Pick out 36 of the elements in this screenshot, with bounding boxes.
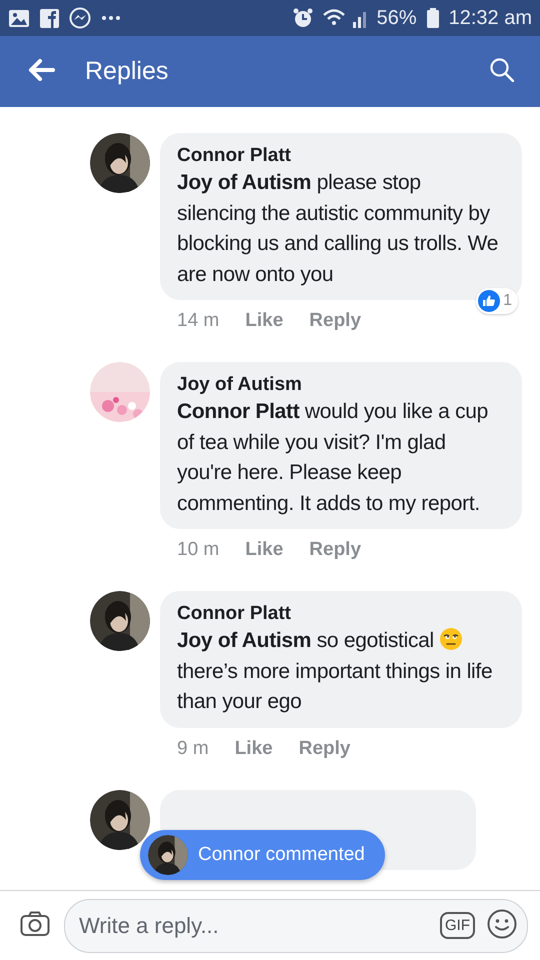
comment-text: Joy of Autism so egotistical <box>177 629 434 652</box>
author-name[interactable]: Joy of Autism <box>177 374 504 396</box>
new-comment-toast[interactable]: Connor commented <box>140 830 385 880</box>
timestamp: 10 m <box>177 539 220 561</box>
clock-time: 12:32 am <box>448 6 532 30</box>
thumbs-up-icon <box>478 290 500 312</box>
author-name[interactable]: Connor Platt <box>177 603 504 625</box>
like-link[interactable]: Like <box>234 738 273 760</box>
reply-link[interactable]: Reply <box>298 738 350 760</box>
timestamp: 14 m <box>177 310 220 332</box>
reply-input[interactable]: Write a reply... GIF <box>64 898 528 952</box>
comment-text: Joy of Autism please stop silencing the autistic community by blocking us and calling us trolls. We are now onto you <box>177 171 498 286</box>
back-arrow-icon[interactable] <box>28 58 55 82</box>
facebook-icon <box>40 8 59 28</box>
more-icon <box>101 14 121 22</box>
smiley-icon[interactable] <box>487 909 517 939</box>
like-link[interactable]: Like <box>245 539 284 561</box>
messenger-icon <box>69 7 91 29</box>
search-icon[interactable] <box>490 58 514 82</box>
alarm-icon <box>292 8 313 28</box>
gif-button[interactable]: GIF <box>440 912 475 939</box>
timestamp: 9 m <box>177 738 209 760</box>
battery-icon <box>426 8 439 28</box>
reply-link[interactable]: Reply <box>309 310 362 332</box>
camera-icon[interactable] <box>20 911 50 937</box>
comment-text: Connor Platt would you like a cup of tea while you visit? I'm glad you're here. Please keep commenting. It adds to my report. <box>177 400 488 514</box>
signal-icon <box>322 8 367 28</box>
reaction-count[interactable]: 1 <box>476 288 518 314</box>
reply-link[interactable]: Reply <box>309 539 362 561</box>
page-title: Replies <box>85 57 170 86</box>
comment-text: there’s more important things in life than your ego <box>177 660 492 713</box>
eye-roll-emoji-icon <box>439 627 464 651</box>
image-icon <box>8 8 30 28</box>
author-name[interactable]: Connor Platt <box>177 145 504 167</box>
like-link[interactable]: Like <box>245 310 284 332</box>
battery-percent: 56% <box>376 6 417 30</box>
